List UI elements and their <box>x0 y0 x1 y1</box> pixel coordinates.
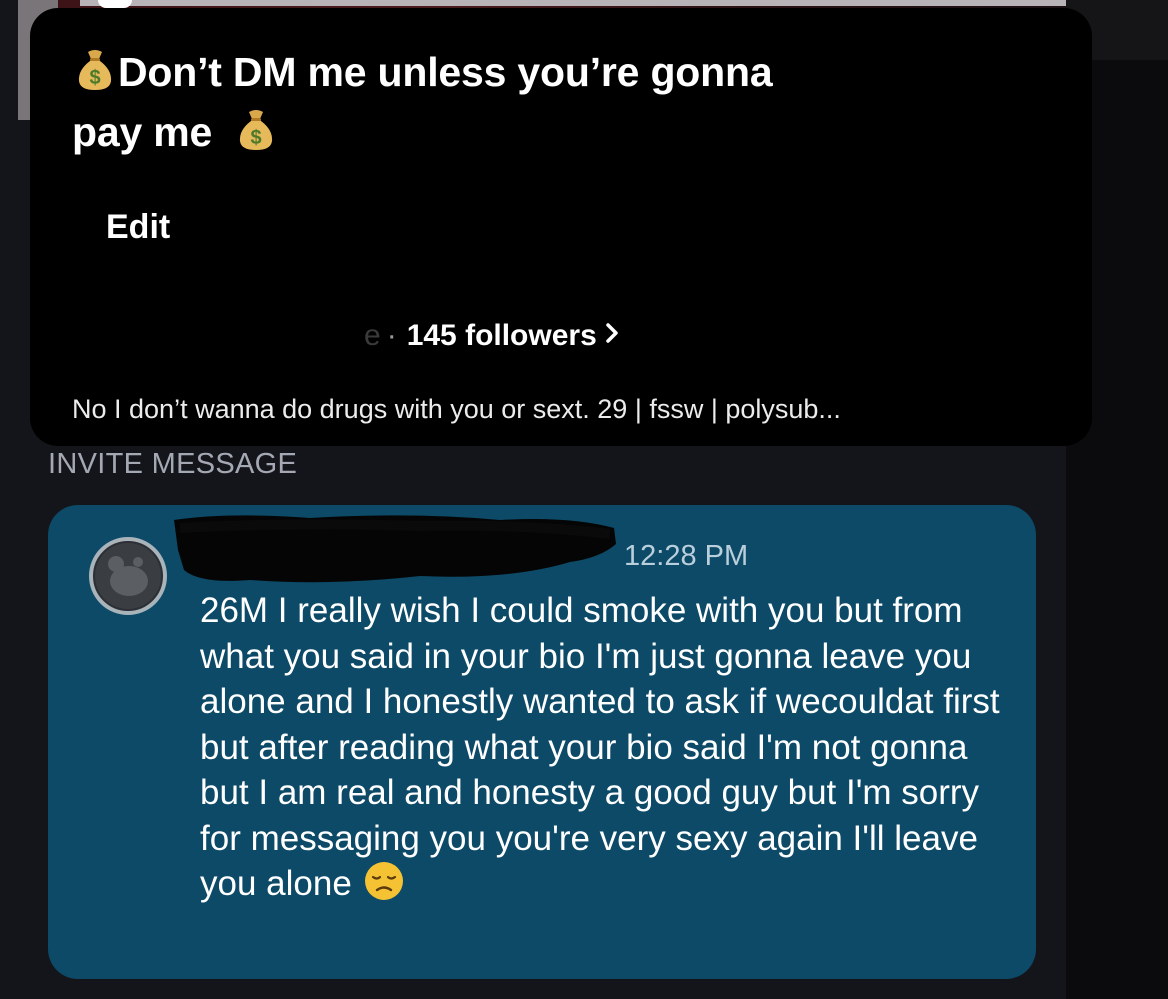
profile-header-image-top <box>80 0 1066 6</box>
invite-message-heading: INVITE MESSAGE <box>48 448 298 480</box>
followers-count: 145 followers <box>406 319 597 352</box>
invite-message-text: 26M I really wish I could smoke with you… <box>200 588 1000 907</box>
money-bag-icon: $ <box>76 48 114 92</box>
disappointed-face-icon <box>364 861 404 901</box>
stats-prefix: e <box>364 319 381 352</box>
money-bag-icon: $ <box>237 108 275 152</box>
redacted-username <box>170 510 620 590</box>
followers-link[interactable]: e · 145 followers <box>364 318 619 353</box>
display-name-line2: pay me <box>72 109 213 155</box>
separator-dot: · <box>386 319 397 352</box>
display-name-line1: Don’t DM me unless you’re gonna <box>118 49 773 95</box>
edit-profile-button[interactable]: Edit <box>106 208 170 247</box>
invite-message-body: 26M I really wish I could smoke with you… <box>200 591 1000 903</box>
svg-text:$: $ <box>251 127 262 149</box>
sender-avatar[interactable] <box>88 536 168 616</box>
profile-display-name: $ Don’t DM me unless you’re gonna pay me… <box>72 42 992 162</box>
profile-bio: No I don’t wanna do drugs with you or se… <box>72 394 841 424</box>
chevron-right-icon <box>605 318 619 352</box>
svg-text:$: $ <box>90 67 101 89</box>
header-overlay-shape <box>98 0 132 8</box>
message-timestamp: 12:28 PM <box>624 540 749 572</box>
screen: $ Don’t DM me unless you’re gonna pay me… <box>0 0 1168 999</box>
